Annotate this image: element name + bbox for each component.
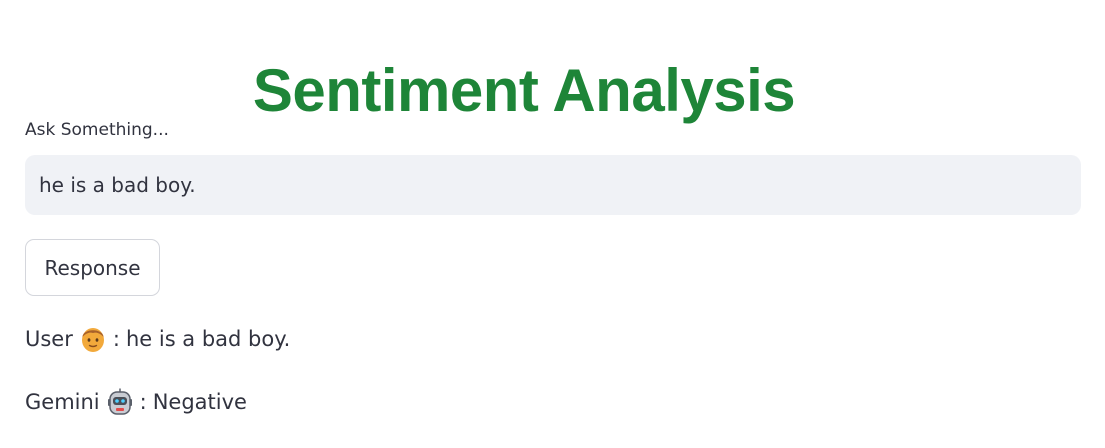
- user-message-text: he is a bad boy.: [125, 327, 291, 351]
- ask-input-label: Ask Something...: [25, 120, 169, 140]
- user-speaker-label: User: [25, 327, 73, 351]
- response-button[interactable]: Response: [25, 239, 160, 296]
- ask-input[interactable]: [25, 155, 1081, 215]
- user-separator: :: [112, 327, 120, 351]
- gemini-separator: :: [139, 390, 147, 414]
- gemini-message: Gemini : Negative: [25, 385, 247, 419]
- user-message: User : he is a bad boy.: [25, 322, 290, 356]
- page-title: Sentiment Analysis: [252, 57, 796, 125]
- robot-emoji-icon: [107, 387, 133, 417]
- gemini-message-text: Negative: [152, 390, 247, 414]
- boy-emoji-icon: [80, 324, 106, 354]
- gemini-speaker-label: Gemini: [25, 390, 100, 414]
